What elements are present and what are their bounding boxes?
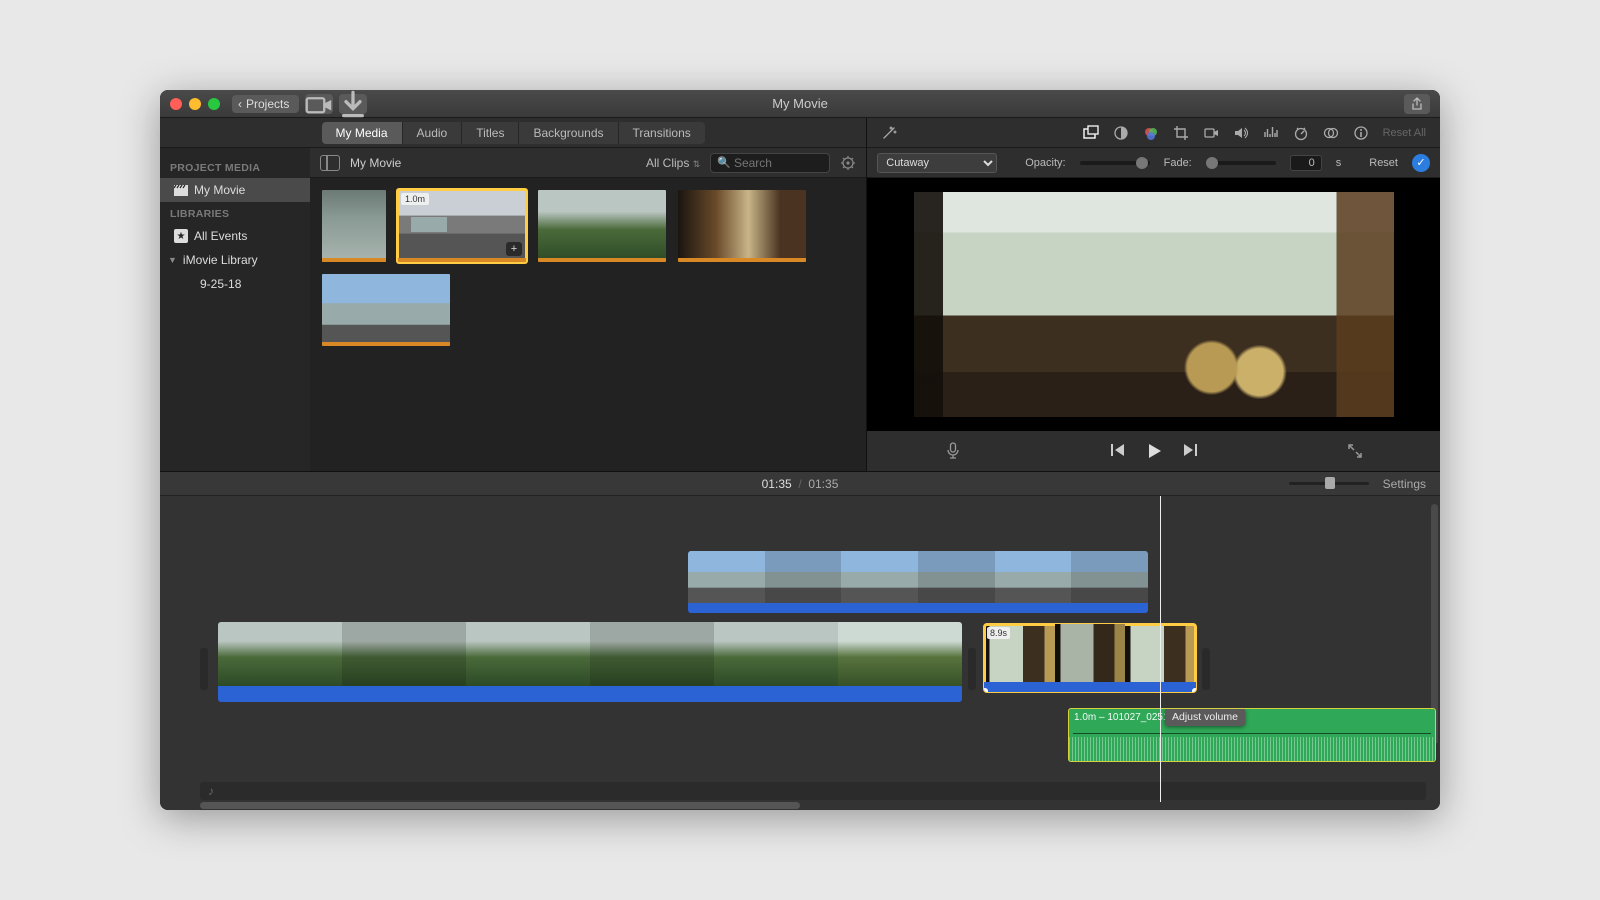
browser-tabs: My Media Audio Titles Backgrounds Transi… [160, 118, 866, 148]
volume-line[interactable] [1073, 733, 1431, 734]
noise-reduction-button[interactable] [1263, 125, 1279, 141]
share-button[interactable] [1404, 94, 1430, 114]
media-browser: My Media Audio Titles Backgrounds Transi… [160, 118, 867, 471]
library-sidebar[interactable]: PROJECT MEDIA My Movie LIBRARIES ★ All E… [160, 148, 310, 471]
background-music-well[interactable]: ♪ [200, 782, 1426, 800]
auto-enhance-button[interactable] [881, 125, 897, 141]
clip-grid[interactable]: 1.0m + [310, 178, 866, 471]
clip-thumbnail[interactable] [322, 190, 386, 262]
timeline-info-bar: 01:35 / 01:35 Settings [160, 472, 1440, 496]
window-controls [170, 98, 220, 110]
search-icon: 🔍 [717, 156, 731, 169]
color-balance-button[interactable] [1113, 125, 1129, 141]
reset-button[interactable]: Reset [1369, 157, 1398, 169]
close-window-icon[interactable] [170, 98, 182, 110]
fade-unit: s [1336, 157, 1342, 169]
toggle-sidebar-button[interactable] [320, 155, 340, 171]
info-button[interactable] [1353, 125, 1369, 141]
search-input[interactable] [734, 156, 814, 170]
overlay-settings-bar: Cutaway Opacity: Fade: 0 s Reset ✓ [867, 148, 1440, 178]
filters-button[interactable] [1323, 125, 1339, 141]
play-button[interactable] [1145, 442, 1163, 460]
import-media-button[interactable] [305, 94, 333, 114]
tooltip: Adjust volume [1165, 708, 1245, 726]
prev-frame-button[interactable] [1109, 442, 1127, 460]
fullscreen-button[interactable] [1348, 444, 1362, 458]
audio-clip[interactable]: 1.0m – 101027_0251 Adjust volume [1068, 708, 1436, 762]
next-frame-button[interactable] [1181, 442, 1199, 460]
overlay-clip[interactable] [688, 551, 1148, 613]
download-button[interactable] [339, 94, 367, 114]
fade-slider[interactable] [1206, 161, 1276, 165]
tab-my-media[interactable]: My Media [322, 122, 403, 144]
timeline-zoom-slider[interactable] [1289, 482, 1369, 485]
timeline[interactable]: 8.9s 1.0m – 101027_0251 Adjust volume ♪ [160, 496, 1440, 810]
preview-viewer[interactable] [867, 178, 1440, 431]
apply-checkbox[interactable]: ✓ [1412, 154, 1430, 172]
app-window: ‹ Projects My Movie My Media Audio Title… [160, 90, 1440, 810]
volume-button[interactable] [1233, 125, 1249, 141]
clip-filter-dropdown[interactable]: All Clips ⇅ [646, 156, 700, 170]
clip-duration-badge: 8.9s [987, 627, 1010, 639]
transition-gap[interactable] [968, 648, 976, 690]
overlay-mode-select[interactable]: Cutaway [877, 153, 997, 173]
reset-all-button[interactable]: Reset All [1383, 127, 1426, 139]
primary-clip-selected[interactable]: 8.9s [984, 624, 1196, 692]
breadcrumb: My Movie [350, 156, 401, 170]
stabilization-button[interactable] [1203, 125, 1219, 141]
clip-duration-badge: 1.0m [401, 193, 429, 205]
zoom-window-icon[interactable] [208, 98, 220, 110]
opacity-slider[interactable] [1080, 161, 1150, 165]
sidebar-item-event[interactable]: 9-25-18 [160, 272, 310, 296]
video-overlay-button[interactable] [1083, 125, 1099, 141]
tab-titles[interactable]: Titles [462, 122, 519, 144]
back-label: Projects [246, 97, 289, 111]
titlebar: ‹ Projects My Movie [160, 90, 1440, 118]
tab-transitions[interactable]: Transitions [619, 122, 705, 144]
sidebar-item-all-events[interactable]: ★ All Events [160, 224, 310, 248]
speed-button[interactable] [1293, 125, 1309, 141]
browser-settings-button[interactable] [840, 155, 856, 171]
timeline-settings-button[interactable]: Settings [1383, 477, 1426, 491]
voiceover-button[interactable] [945, 442, 961, 460]
crop-button[interactable] [1173, 125, 1189, 141]
preview-frame [914, 192, 1394, 417]
clip-edge-handle[interactable] [1202, 648, 1210, 690]
back-to-projects-button[interactable]: ‹ Projects [232, 95, 299, 113]
window-title: My Movie [772, 96, 828, 111]
star-icon: ★ [174, 229, 188, 243]
timeline-horizontal-scrollbar[interactable] [200, 802, 800, 809]
viewer-panel: Reset All Cutaway Opacity: Fade: 0 s Res… [867, 118, 1440, 471]
fade-label: Fade: [1164, 157, 1192, 169]
minimize-window-icon[interactable] [189, 98, 201, 110]
browser-toolbar: My Movie All Clips ⇅ 🔍 [310, 148, 866, 178]
tab-backgrounds[interactable]: Backgrounds [519, 122, 618, 144]
up-down-arrows-icon: ⇅ [693, 159, 701, 169]
disclosure-triangle-icon[interactable]: ▼ [168, 255, 177, 265]
transport-controls [867, 431, 1440, 471]
music-note-icon: ♪ [208, 784, 214, 798]
opacity-label: Opacity: [1025, 157, 1065, 169]
sidebar-header-libraries: LIBRARIES [160, 202, 310, 224]
clip-thumbnail-selected[interactable]: 1.0m + [398, 190, 526, 262]
audio-clip-label: 1.0m – 101027_0251 [1074, 712, 1169, 723]
clip-thumbnail[interactable] [322, 274, 450, 346]
clapboard-icon [174, 185, 188, 196]
color-correction-button[interactable] [1143, 125, 1159, 141]
tab-audio[interactable]: Audio [403, 122, 463, 144]
clip-thumbnail[interactable] [678, 190, 806, 262]
primary-clip[interactable] [218, 622, 962, 702]
sidebar-item-library[interactable]: ▼ iMovie Library [160, 248, 310, 272]
clip-edge-handle[interactable] [200, 648, 208, 690]
add-clip-button[interactable]: + [506, 242, 522, 256]
fade-value-field[interactable]: 0 [1290, 155, 1322, 171]
sidebar-item-project[interactable]: My Movie [160, 178, 310, 202]
clip-thumbnail[interactable] [538, 190, 666, 262]
search-field[interactable]: 🔍 [710, 153, 830, 173]
chevron-left-icon: ‹ [238, 97, 242, 111]
playhead[interactable] [1160, 496, 1161, 802]
sidebar-header-project: PROJECT MEDIA [160, 156, 310, 178]
timecode-display: 01:35 / 01:35 [762, 477, 839, 491]
adjustments-toolbar: Reset All [867, 118, 1440, 148]
